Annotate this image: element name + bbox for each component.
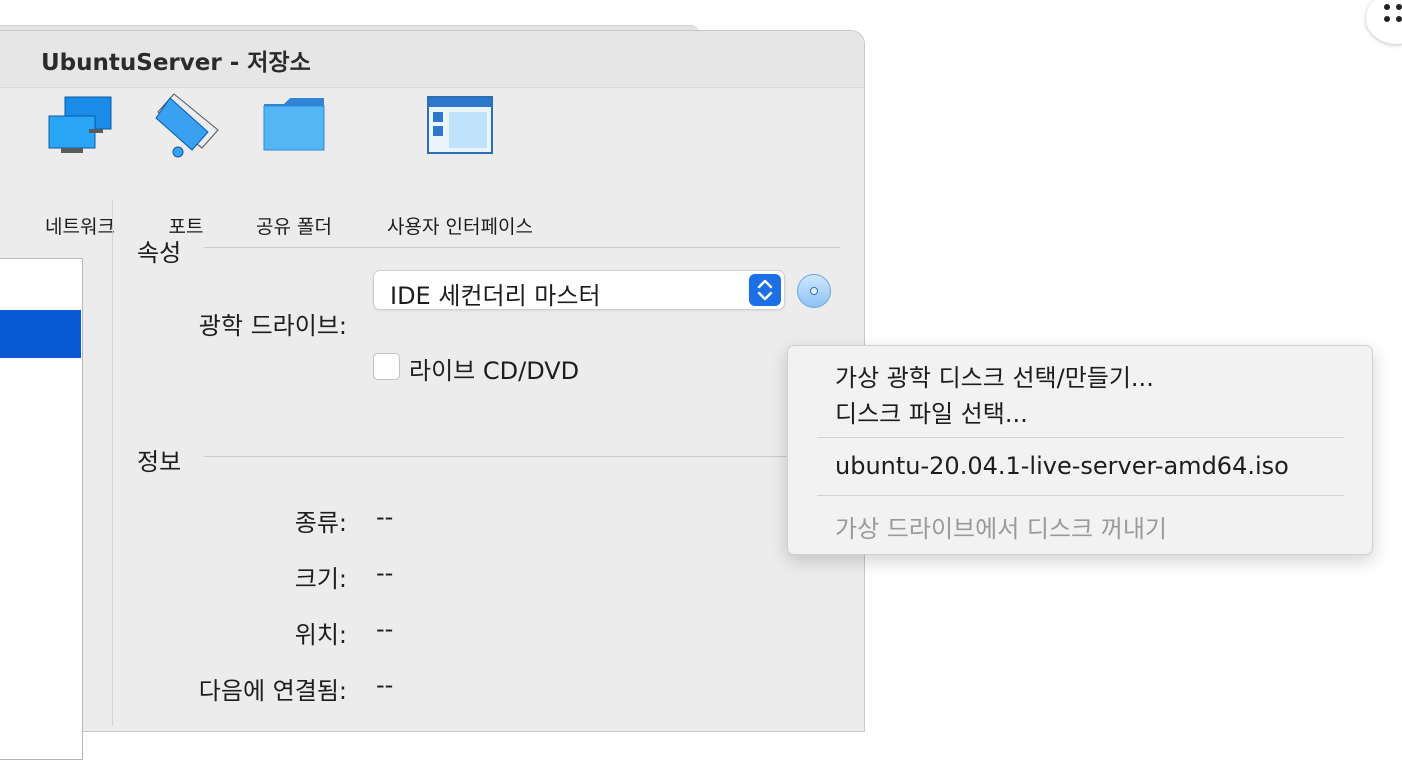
port-icon (155, 93, 219, 158)
toolbar-shared-folder-label: 공유 폴더 (256, 216, 332, 238)
more-options-button[interactable] (1366, 0, 1402, 44)
info-section-title: 정보 (137, 448, 182, 476)
select-stepper-icon (749, 274, 781, 306)
info-attached-to-label: 다음에 연결됨: (198, 677, 347, 705)
dot-icon (1384, 16, 1390, 22)
menu-separator (817, 495, 1344, 496)
toolbar-network-label: 네트워크 (45, 216, 115, 238)
optical-drive-select[interactable]: IDE 세컨더리 마스터 (373, 270, 785, 310)
menu-item-ubuntu-iso[interactable]: ubuntu-20.04.1-live-server-amd64.iso (835, 452, 1289, 480)
live-cd-checkbox[interactable] (373, 353, 400, 380)
menu-item-choose-disk-file[interactable]: 디스크 파일 선택... (835, 394, 1028, 429)
user-interface-icon (427, 96, 493, 154)
info-type-value: -- (376, 503, 394, 531)
live-cd-label: 라이브 CD/DVD (409, 357, 580, 385)
optical-drive-label: 광학 드라이브: (198, 312, 347, 340)
window-title: UbuntuServer - 저장소 (41, 50, 311, 76)
section-divider (204, 247, 840, 248)
menu-item-choose-create-disk[interactable]: 가상 광학 디스크 선택/만들기... (835, 358, 1154, 393)
title-bar: UbuntuServer - 저장소 (0, 31, 864, 88)
info-location-label: 위치: (294, 621, 347, 649)
storage-tree-selected-item[interactable] (0, 310, 81, 358)
info-type-label: 종류: (294, 509, 347, 537)
info-size-label: 크기: (294, 565, 347, 593)
dot-icon (1396, 16, 1402, 22)
network-icon (48, 96, 112, 153)
menu-separator (817, 437, 1344, 438)
info-size-value: -- (376, 559, 394, 587)
settings-toolbar: 네트워크 포트 공유 폴더 사용자 인터페이스 (0, 88, 864, 238)
toolbar-user-interface-label: 사용자 인터페이스 (387, 216, 533, 238)
attributes-section-title: 속성 (137, 239, 182, 267)
info-location-value: -- (376, 615, 394, 643)
shared-folder-icon (263, 98, 325, 151)
optical-disc-icon (810, 287, 818, 295)
optical-drive-value: IDE 세컨더리 마스터 (390, 282, 601, 310)
section-divider (204, 456, 788, 457)
dot-icon (1396, 4, 1402, 10)
dot-icon (1384, 4, 1390, 10)
info-attached-to-value: -- (376, 671, 394, 699)
panel-divider (112, 200, 113, 726)
menu-item-eject-disk: 가상 드라이브에서 디스크 꺼내기 (835, 515, 1168, 543)
choose-disk-button[interactable] (797, 274, 831, 308)
disk-popup-menu: 가상 광학 디스크 선택/만들기... 디스크 파일 선택... ubuntu-… (787, 345, 1373, 555)
